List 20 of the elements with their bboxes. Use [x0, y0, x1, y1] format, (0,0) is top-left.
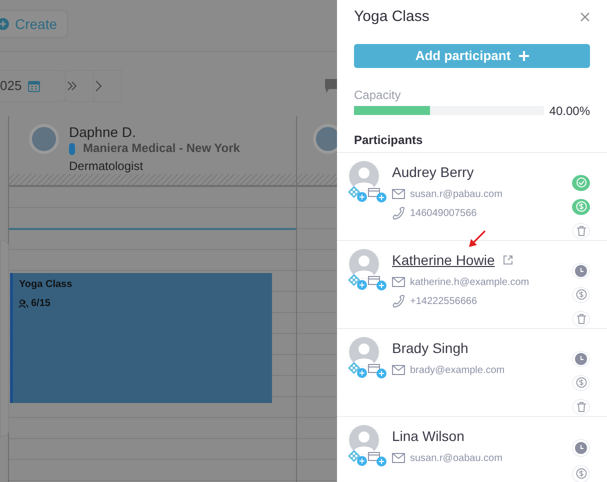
location-text: Maniera Medical - New York [83, 140, 240, 157]
role-text: Dermatologist [69, 158, 144, 175]
participant-name-link[interactable]: Audrey Berry [392, 162, 474, 182]
date-text: 025 [0, 77, 22, 96]
capacity-label: Capacity [354, 88, 402, 102]
participant-phone: +14222556666 [410, 294, 478, 308]
participant-email: susan.r@pabau.com [410, 188, 502, 202]
participant-name-link[interactable]: Katherine Howie [392, 250, 495, 270]
participant-name-link[interactable]: Brady Singh [392, 338, 468, 358]
event-title: Yoga Class [19, 278, 74, 292]
attendee-count: 6/15 [31, 297, 50, 311]
participant-email: katherine.h@example.com [410, 276, 530, 290]
resource-name: Daphne D. [69, 124, 137, 140]
participants-heading: Participants [354, 132, 424, 148]
participant-email: susan.r@oabau.com [410, 452, 502, 466]
participant-email: brady@example.com [410, 364, 505, 378]
participant-phone: 146049007566 [410, 206, 477, 220]
capacity-reading: 40.00% [549, 102, 590, 120]
panel-title: Yoga Class [354, 7, 430, 27]
participant-name-link[interactable]: Lina Wilson [392, 426, 464, 446]
